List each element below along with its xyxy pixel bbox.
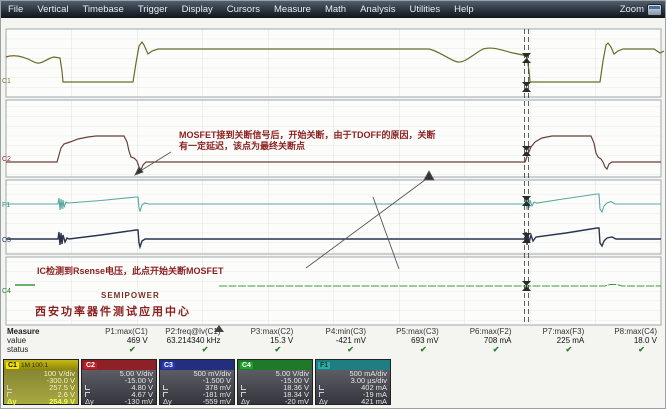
channel-box-c1[interactable]: C1 1M 100:1 100 V/div -300.0 V 257.5 V 2… xyxy=(3,359,79,405)
cursor1-icon xyxy=(7,385,12,390)
measure-row-labels: Measure value status xyxy=(1,327,85,358)
measure-status-label: status xyxy=(7,345,85,354)
delta-value: -130 mV xyxy=(125,397,153,406)
measure-status-icon: ✔ xyxy=(449,345,522,354)
annotation-turnoff-delay: MOSFET接到关断信号后，开始关断，由于TDOFF的原因，关断 有一定延迟，该… xyxy=(179,130,436,152)
channel-descriptors: C1 1M 100:1 100 V/div -300.0 V 257.5 V 2… xyxy=(3,359,391,405)
channel-box-c2[interactable]: C2 5.00 V/div -15.00 V 4.80 V 4.67 V Δy-… xyxy=(81,359,157,405)
measure-value: 15.3 V xyxy=(231,336,304,345)
annotation-rsense: IC检测到Rsense电压，此点开始关断MOSFET xyxy=(37,264,224,277)
measure-table: Measure value status P1:max(C1) 469 V ✔ … xyxy=(1,327,666,358)
delta-label: Δy xyxy=(163,398,172,405)
annotation-line-2: 有一定延迟，该点为最终关断点 xyxy=(179,141,436,152)
measure-label: P2:freq@lv(C1) xyxy=(158,327,231,336)
delta-value: -559 mV xyxy=(203,397,231,406)
brand-label-cn: 西安功率器件测试应用中心 xyxy=(35,303,191,319)
measure-label: P4:min(C3) xyxy=(303,327,376,336)
delta-label: Δy xyxy=(85,398,94,405)
measure-value: 63.214340 kHz xyxy=(158,336,231,345)
channel-badge: C3 xyxy=(162,362,175,369)
measure-value: 708 mA xyxy=(449,336,522,345)
delta-label: Δy xyxy=(319,398,328,405)
channel-badge: C2 xyxy=(84,362,97,369)
channel-label-c2: C2 xyxy=(2,156,11,163)
measure-value-label: value xyxy=(7,336,85,345)
measure-label: P1:max(C1) xyxy=(85,327,158,336)
annotation-line-1: MOSFET接到关断信号后，开始关断，由于TDOFF的原因，关断 xyxy=(179,130,436,141)
measure-col-p5[interactable]: P5:max(C3) 693 mV ✔ xyxy=(376,327,449,358)
measure-value: 18.0 V xyxy=(594,336,666,345)
channel-badge: C1 xyxy=(6,362,19,369)
channel-label-c1: C1 xyxy=(2,78,11,85)
measure-status-icon: ✔ xyxy=(303,345,376,354)
measure-col-p1[interactable]: P1:max(C1) 469 V ✔ xyxy=(85,327,158,358)
delta-value: -20 mV xyxy=(285,397,309,406)
measure-col-p3[interactable]: P3:max(C2) 15.3 V ✔ xyxy=(231,327,304,358)
measure-col-p6[interactable]: P6:max(F2) 708 mA ✔ xyxy=(449,327,522,358)
measure-label: P3:max(C2) xyxy=(231,327,304,336)
channel-box-c4[interactable]: C4 5.00 V/div -15.00 V 18.36 V 18.34 V Δ… xyxy=(237,359,313,405)
measure-status-icon: ✔ xyxy=(376,345,449,354)
measure-label: P8:max(C4) xyxy=(594,327,666,336)
delta-label: Δy xyxy=(7,398,17,405)
channel-label-f1: F1 xyxy=(2,202,10,209)
measure-col-p2[interactable]: P2:freq@lv(C1) 63.214340 kHz ✔ xyxy=(158,327,231,358)
grid-section-1 xyxy=(6,29,661,97)
measure-col-p8[interactable]: P8:max(C4) 18.0 V ✔ xyxy=(594,327,666,358)
measure-status-icon: ✔ xyxy=(522,345,595,354)
grid-section-3 xyxy=(6,180,661,254)
channel-box-f1[interactable]: F1 500 mA/div 3.00 µs/div 402 mA -19 mA … xyxy=(315,359,391,405)
measure-label: P7:max(F3) xyxy=(522,327,595,336)
measure-value: -421 mV xyxy=(303,336,376,345)
delta-value: 254.9 V xyxy=(49,397,75,406)
channel-badge: F1 xyxy=(318,362,330,369)
delta-label: Δy xyxy=(241,398,250,405)
measure-label: P6:max(F2) xyxy=(449,327,522,336)
measure-title: Measure xyxy=(7,327,85,336)
channel-coupling-note: 1M 100:1 xyxy=(21,362,48,369)
measure-status-icon: ✔ xyxy=(594,345,666,354)
measure-value: 469 V xyxy=(85,336,158,345)
oscilloscope-window: File Vertical Timebase Trigger Display C… xyxy=(0,0,666,409)
delta-value: 421 mA xyxy=(361,397,387,406)
measure-col-p4[interactable]: P4:min(C3) -421 mV ✔ xyxy=(303,327,376,358)
cursor1-icon xyxy=(163,385,168,390)
cursor1-icon xyxy=(85,385,90,390)
measure-value: 693 mV xyxy=(376,336,449,345)
measure-status-icon: ✔ xyxy=(231,345,304,354)
measure-value: 225 mA xyxy=(522,336,595,345)
measure-status-icon: ✔ xyxy=(158,345,231,354)
channel-box-c3[interactable]: C3 500 mV/div -1.500 V 378 mV -181 mV Δy… xyxy=(159,359,235,405)
measure-col-p7[interactable]: P7:max(F3) 225 mA ✔ xyxy=(522,327,595,358)
measure-status-icon: ✔ xyxy=(85,345,158,354)
measure-label: P5:max(C3) xyxy=(376,327,449,336)
channel-badge: C4 xyxy=(240,362,253,369)
brand-label: SEMIPOWER xyxy=(101,291,160,300)
channel-label-c4: C4 xyxy=(2,288,11,295)
cursor1-icon xyxy=(319,385,324,390)
cursor1-icon xyxy=(241,385,246,390)
channel-label-c3: C3 xyxy=(2,237,11,244)
